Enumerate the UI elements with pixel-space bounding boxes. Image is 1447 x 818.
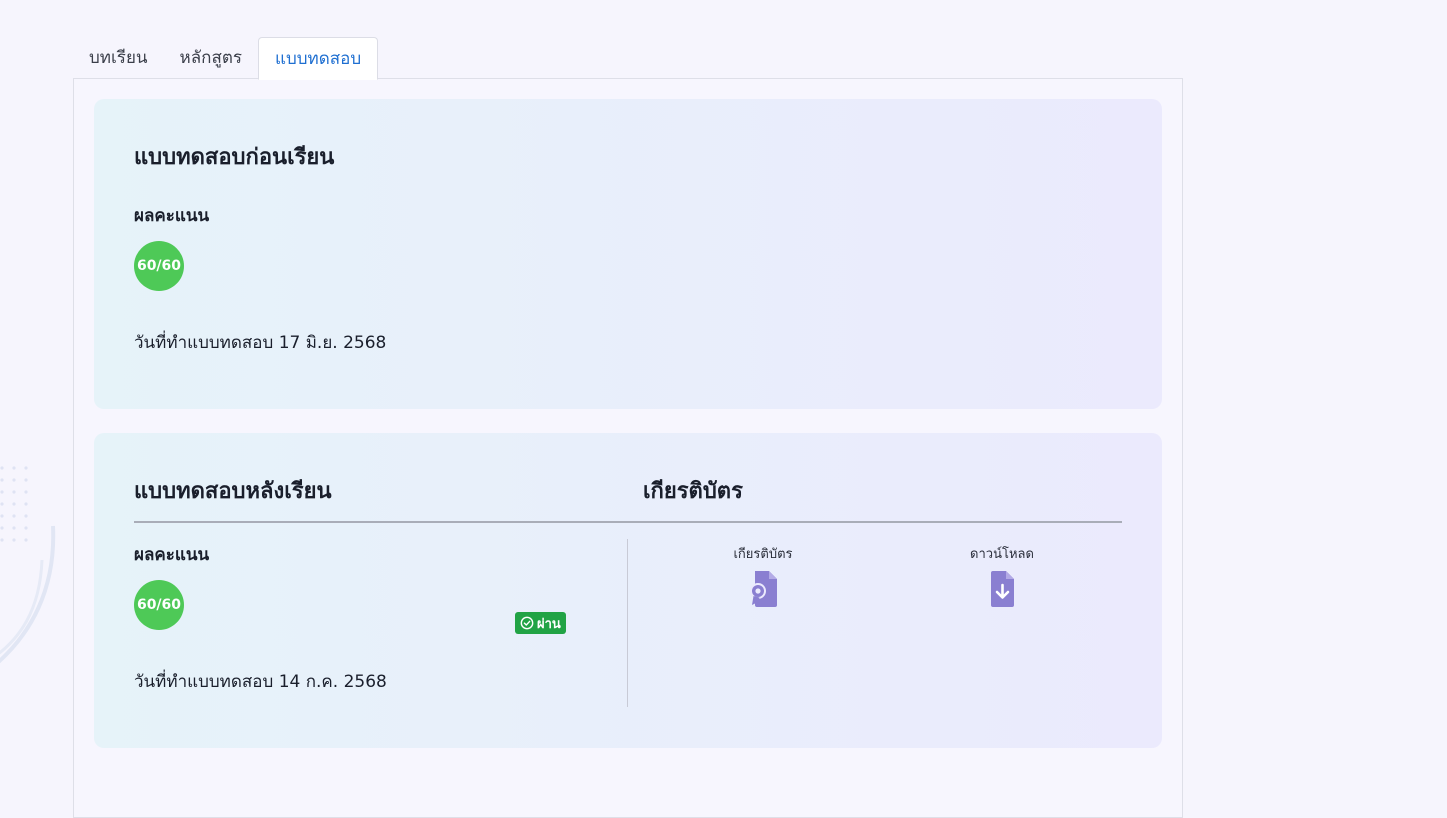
pass-status-badge: ผ่าน [515,612,566,634]
pre-test-date: วันที่ทำแบบทดสอบ 17 มิ.ย. 2568 [134,333,387,353]
background-decoration [0,466,56,664]
pre-test-card: แบบทดสอบก่อนเรียน ผลคะแนน 60/60 วันที่ทำ… [94,99,1162,409]
column-divider [627,539,628,707]
tab-lessons[interactable]: บทเรียน [73,37,164,79]
certificate-download-label: ดาวน์โหลด [970,547,1034,562]
tab-bar: บทเรียน หลักสูตร แบบทดสอบ [73,36,379,80]
post-test-score-badge: 60/60 [134,580,184,630]
check-circle-icon [520,616,534,630]
certificate-title: เกียรติบัตร [643,479,743,504]
certificate-download-column: ดาวน์โหลด [932,543,1072,609]
tab-courses[interactable]: หลักสูตร [164,37,258,79]
post-test-title: แบบทดสอบหลังเรียน [134,479,332,504]
file-download-icon[interactable] [982,569,1022,609]
post-test-card: แบบทดสอบหลังเรียน เกียรติบัตร ผลคะแนน 60… [94,433,1162,748]
tests-panel: แบบทดสอบก่อนเรียน ผลคะแนน 60/60 วันที่ทำ… [73,78,1183,818]
pass-status-text: ผ่าน [537,616,561,632]
certificate-view-column: เกียรติบัตร [693,543,833,609]
pre-test-score-label: ผลคะแนน [134,206,210,226]
post-test-date: วันที่ทำแบบทดสอบ 14 ก.ค. 2568 [134,672,387,692]
section-divider [134,521,1122,523]
certificate-view-label: เกียรติบัตร [733,547,793,562]
pre-test-title: แบบทดสอบก่อนเรียน [134,145,335,170]
tab-tests[interactable]: แบบทดสอบ [258,37,379,80]
certificate-icon[interactable] [743,569,783,609]
post-test-score-label: ผลคะแนน [134,545,210,565]
pre-test-score-badge: 60/60 [134,241,184,291]
